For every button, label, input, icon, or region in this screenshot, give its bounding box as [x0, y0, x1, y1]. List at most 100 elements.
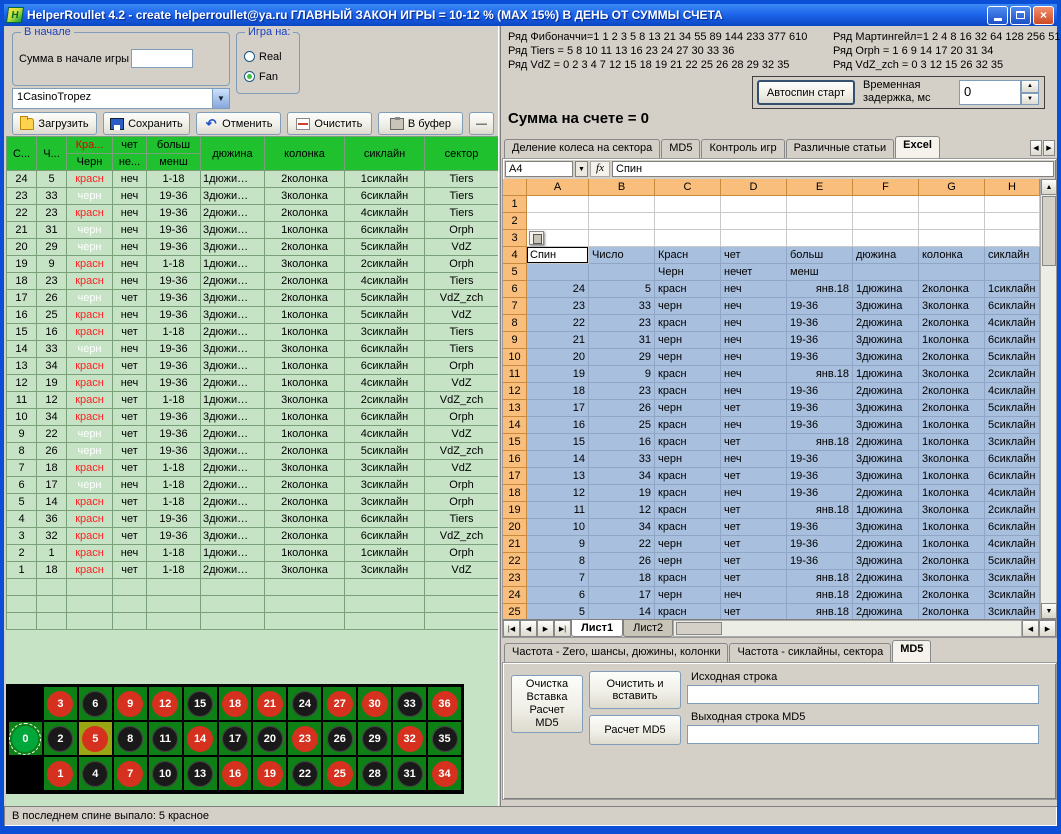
board-cell-28[interactable]: 28 [357, 756, 392, 791]
cell-D8[interactable]: неч [721, 315, 787, 332]
row-header-5[interactable]: 5 [503, 264, 527, 281]
cell-column[interactable]: 1колонка [265, 545, 345, 562]
row-header-21[interactable]: 21 [503, 536, 527, 553]
cell-color[interactable]: красн [67, 528, 113, 545]
cell-number[interactable]: 36 [37, 511, 67, 528]
cell-column[interactable]: 1колонка [265, 426, 345, 443]
cell-dozen[interactable]: 2дюжина [201, 205, 265, 222]
cell-D17[interactable]: чет [721, 468, 787, 485]
cell-color[interactable]: красн [67, 494, 113, 511]
row-header-19[interactable]: 19 [503, 502, 527, 519]
spinner-down-icon[interactable]: ▼ [1021, 93, 1039, 106]
row-header-6[interactable]: 6 [503, 281, 527, 298]
bottom-tab-3[interactable]: MD5 [892, 640, 931, 662]
cell-dozen[interactable]: 3дюжина [201, 358, 265, 375]
cell-H1[interactable] [985, 196, 1040, 213]
cell-range[interactable]: 1-18 [147, 494, 201, 511]
cell-F7[interactable]: 3дюжина [853, 298, 919, 315]
cell-D1[interactable] [721, 196, 787, 213]
cell-parity[interactable]: чет [113, 562, 147, 579]
board-cell-36[interactable]: 36 [427, 686, 462, 721]
cell-B7[interactable]: 33 [589, 298, 655, 315]
cell-sixline[interactable]: 6сиклайн [345, 511, 425, 528]
cell-E7[interactable]: 19-36 [787, 298, 853, 315]
column-header-H[interactable]: H [985, 179, 1040, 196]
sheet-last-icon[interactable]: ▶| [554, 620, 571, 637]
cell-sector[interactable]: VdZ [425, 426, 499, 443]
close-button[interactable]: × [1033, 6, 1054, 25]
cell-parity[interactable]: чет [113, 324, 147, 341]
cell-spin[interactable]: 4 [7, 511, 37, 528]
cell-parity[interactable]: неч [113, 256, 147, 273]
cell-parity[interactable]: неч [113, 545, 147, 562]
cell-A23[interactable]: 7 [527, 570, 589, 587]
cell-parity[interactable]: чет [113, 460, 147, 477]
cell-column[interactable]: 2колонка [265, 273, 345, 290]
cell-range[interactable]: 19-36 [147, 273, 201, 290]
paste-options-icon[interactable] [529, 231, 544, 245]
board-cell-14[interactable]: 14 [183, 721, 218, 756]
board-cell-25[interactable]: 25 [322, 756, 357, 791]
cell-F20[interactable]: 3дюжина [853, 519, 919, 536]
cell-A18[interactable]: 12 [527, 485, 589, 502]
sheet-prev-icon[interactable]: ◀ [520, 620, 537, 637]
cell-A25[interactable]: 5 [527, 604, 589, 619]
cell-number[interactable]: 17 [37, 477, 67, 494]
cell-color[interactable]: красн [67, 511, 113, 528]
cell-D20[interactable]: чет [721, 519, 787, 536]
cell-E14[interactable]: 19-36 [787, 417, 853, 434]
board-cell-18[interactable]: 18 [218, 686, 253, 721]
cell-sector[interactable]: VdZ [425, 460, 499, 477]
cell-sector[interactable]: Tiers [425, 273, 499, 290]
row-header-12[interactable]: 12 [503, 383, 527, 400]
cell-number[interactable]: 5 [37, 171, 67, 188]
cell-spin[interactable]: 19 [7, 256, 37, 273]
cell-dozen[interactable]: 3дюжина [201, 188, 265, 205]
board-cell-5[interactable]: 5 [78, 721, 113, 756]
cell-A12[interactable]: 18 [527, 383, 589, 400]
cell-E22[interactable]: 19-36 [787, 553, 853, 570]
cell-C25[interactable]: красн [655, 604, 721, 619]
cell-E1[interactable] [787, 196, 853, 213]
row-header-1[interactable]: 1 [503, 196, 527, 213]
cell-G17[interactable]: 1колонка [919, 468, 985, 485]
cell-parity[interactable]: неч [113, 341, 147, 358]
cell-F11[interactable]: 1дюжина [853, 366, 919, 383]
cell-A6[interactable]: 24 [527, 281, 589, 298]
cell-F19[interactable]: 1дюжина [853, 502, 919, 519]
cell-C2[interactable] [655, 213, 721, 230]
cell-sector[interactable]: Tiers [425, 188, 499, 205]
cell-D23[interactable]: чет [721, 570, 787, 587]
column-header-A[interactable]: A [527, 179, 589, 196]
cell-B2[interactable] [589, 213, 655, 230]
cell-color[interactable]: красн [67, 392, 113, 409]
cell-G19[interactable]: 3колонка [919, 502, 985, 519]
cell-G7[interactable]: 3колонка [919, 298, 985, 315]
tab-3[interactable]: Контроль игр [701, 139, 784, 158]
cell-A20[interactable]: 10 [527, 519, 589, 536]
cell-E19[interactable]: янв.18 [787, 502, 853, 519]
cell-parity[interactable]: неч [113, 273, 147, 290]
cell-dozen[interactable]: 3дюжина [201, 290, 265, 307]
cell-B13[interactable]: 26 [589, 400, 655, 417]
tab-scroll-left-icon[interactable]: ◀ [1030, 140, 1042, 156]
bottom-tab-2[interactable]: Частота - сиклайны, сектора [729, 643, 891, 662]
cell-H3[interactable] [985, 230, 1040, 247]
cell-dozen[interactable]: 3дюжина [201, 443, 265, 460]
cell-G16[interactable]: 3колонка [919, 451, 985, 468]
row-header-10[interactable]: 10 [503, 349, 527, 366]
cell-B14[interactable]: 25 [589, 417, 655, 434]
cell-sector[interactable]: Orph [425, 358, 499, 375]
cell-A17[interactable]: 13 [527, 468, 589, 485]
cell-number[interactable]: 31 [37, 222, 67, 239]
cell-D21[interactable]: чет [721, 536, 787, 553]
cell-D5[interactable]: нечет [721, 264, 787, 281]
to-buffer-button[interactable]: В буфер [378, 112, 463, 135]
cell-number[interactable]: 18 [37, 562, 67, 579]
cell-sixline[interactable]: 6сиклайн [345, 409, 425, 426]
autospin-start-button[interactable]: Автоспин старт [757, 80, 855, 105]
cell-column[interactable]: 3колонка [265, 511, 345, 528]
excel-vertical-scrollbar[interactable]: ▲ ▼ [1040, 179, 1056, 619]
cell-dozen[interactable]: 3дюжина [201, 528, 265, 545]
cell-column[interactable]: 3колонка [265, 256, 345, 273]
